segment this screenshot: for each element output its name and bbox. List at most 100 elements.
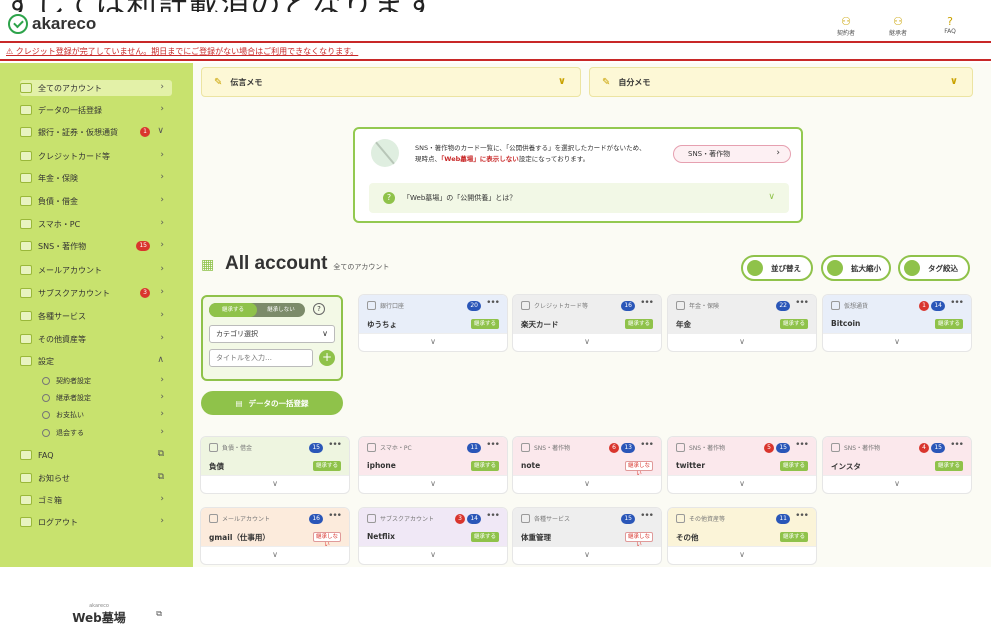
inherit-toggle[interactable]: 継承する 継承しない — [209, 303, 305, 317]
account-card[interactable]: SNS・著作物 6 13 ••• note 継承しない ∨ — [513, 437, 661, 493]
logo[interactable]: akareco — [8, 14, 96, 34]
top-nav-faq[interactable]: ? FAQ — [935, 16, 965, 37]
memo-self[interactable]: ✎ 自分メモ ∨ — [589, 67, 973, 97]
title-input[interactable] — [209, 349, 313, 367]
account-card[interactable]: 各種サービス 15 ••• 体重管理 継承しない ∨ — [513, 508, 661, 564]
sidebar-item[interactable]: スマホ・PC › — [20, 216, 172, 232]
account-card[interactable]: クレジットカード等 16 ••• 楽天カード 継承する ∨ — [513, 295, 661, 351]
category-select[interactable]: カテゴリ選択 ∨ — [209, 325, 335, 343]
card-expand[interactable]: ∨ — [668, 333, 816, 351]
inherit-status-badge[interactable]: 継承しない — [625, 532, 653, 548]
web-graveyard-button[interactable]: akareco Web墓場 ⧉ — [24, 601, 174, 627]
card-expand[interactable]: ∨ — [668, 475, 816, 493]
more-menu-icon[interactable]: ••• — [950, 298, 964, 308]
sidebar-item[interactable]: データの一括登録 › — [20, 102, 172, 118]
inherit-status-badge[interactable]: 継承する — [471, 532, 499, 542]
account-card[interactable]: 負債・借金 15 ••• 負債 継承する ∨ — [201, 437, 349, 493]
top-nav-heir[interactable]: ⚇ 継承者 — [883, 16, 913, 38]
account-card[interactable]: SNS・著作物 5 15 ••• twitter 継承する ∨ — [668, 437, 816, 493]
sidebar-item[interactable]: ログアウト › — [20, 514, 172, 530]
toggle-not-inherit[interactable]: 継承しない — [257, 303, 305, 317]
sort-button[interactable]: 並び替え — [741, 255, 813, 281]
more-menu-icon[interactable]: ••• — [486, 511, 500, 521]
more-menu-icon[interactable]: ••• — [328, 440, 342, 450]
account-card[interactable]: 年金・保険 22 ••• 年金 継承する ∨ — [668, 295, 816, 351]
add-button[interactable]: + — [319, 350, 335, 366]
top-nav-label: 契約者 — [836, 30, 855, 37]
bulk-register-button[interactable]: ▤ データの一括登録 — [201, 391, 343, 415]
card-expand[interactable]: ∨ — [823, 333, 971, 351]
sidebar-item[interactable]: 各種サービス › — [20, 308, 172, 324]
account-card[interactable]: サブスクアカウント 3 14 ••• Netflix 継承する ∨ — [359, 508, 507, 564]
card-expand[interactable]: ∨ — [359, 333, 507, 351]
card-expand[interactable]: ∨ — [823, 475, 971, 493]
public-memorial-faq[interactable]: ? 「Web墓場」の「公開供養」とは？ ∨ — [369, 183, 789, 213]
sidebar-item[interactable]: SNS・著作物 15 › — [20, 238, 172, 254]
inherit-status-badge[interactable]: 継承する — [625, 319, 653, 329]
top-nav-contractor[interactable]: ⚇ 契約者 — [831, 16, 861, 38]
zoom-label: 拡大縮小 — [851, 263, 881, 273]
zoom-button[interactable]: 拡大縮小 — [821, 255, 891, 281]
sidebar-item[interactable]: 契約者設定 › — [42, 373, 172, 389]
card-expand[interactable]: ∨ — [359, 475, 507, 493]
more-menu-icon[interactable]: ••• — [640, 298, 654, 308]
card-expand[interactable]: ∨ — [359, 546, 507, 564]
more-menu-icon[interactable]: ••• — [640, 440, 654, 450]
warning-text[interactable]: ⚠ クレジット登録が完了していません。期日までにご登録がない場合はご利用できなく… — [6, 46, 358, 57]
sidebar-item[interactable]: 銀行・証券・仮想通貨 1 ∨ — [20, 124, 172, 140]
sidebar-item[interactable]: 全てのアカウント › — [20, 80, 172, 96]
chevron-icon: › — [160, 375, 164, 385]
more-menu-icon[interactable]: ••• — [640, 511, 654, 521]
sns-works-button[interactable]: SNS・著作物 › — [673, 145, 791, 163]
account-card[interactable]: SNS・著作物 4 15 ••• インスタ 継承する ∨ — [823, 437, 971, 493]
more-menu-icon[interactable]: ••• — [795, 298, 809, 308]
more-menu-icon[interactable]: ••• — [328, 511, 342, 521]
inherit-status-badge[interactable]: 継承しない — [313, 532, 341, 548]
sidebar-item[interactable]: FAQ ⧉ — [20, 447, 172, 463]
alert-badge: 3 — [455, 514, 465, 524]
chevron-down-icon: ∨ — [739, 337, 745, 346]
account-card[interactable]: 銀行口座 20 ••• ゆうちょ 継承する ∨ — [359, 295, 507, 351]
card-expand[interactable]: ∨ — [668, 546, 816, 564]
account-card[interactable]: メールアカウント 16 ••• gmail（仕事用） 継承しない ∨ — [201, 508, 349, 564]
account-card[interactable]: 仮想通貨 1 14 ••• Bitcoin 継承する ∨ — [823, 295, 971, 351]
inherit-status-badge[interactable]: 継承する — [780, 319, 808, 329]
memo-message[interactable]: ✎ 伝言メモ ∨ — [201, 67, 581, 97]
tag-filter-button[interactable]: タグ絞込 — [898, 255, 970, 281]
sidebar-item[interactable]: お支払い › — [42, 407, 172, 423]
sidebar-item[interactable]: その他資産等 › — [20, 331, 172, 347]
inherit-status-badge[interactable]: 継承する — [935, 319, 963, 329]
inherit-status-badge[interactable]: 継承する — [471, 319, 499, 329]
sidebar-item[interactable]: サブスクアカウント 3 › — [20, 285, 172, 301]
card-expand[interactable]: ∨ — [201, 475, 349, 493]
sidebar-item[interactable]: ゴミ箱 › — [20, 492, 172, 508]
notice-line2-emphasis: 「Web墓場」に表示しない — [441, 155, 519, 163]
toggle-inherit[interactable]: 継承する — [209, 303, 257, 317]
sidebar-item[interactable]: 退会する › — [42, 425, 172, 441]
category-icon — [521, 443, 530, 452]
account-card[interactable]: スマホ・PC 11 ••• iphone 継承する ∨ — [359, 437, 507, 493]
inherit-status-badge[interactable]: 継承する — [471, 461, 499, 471]
sidebar-item-label: FAQ — [38, 450, 54, 460]
account-card[interactable]: その他資産等 11 ••• その他 継承する ∨ — [668, 508, 816, 564]
sidebar-item[interactable]: 負債・借金 › — [20, 193, 172, 209]
more-menu-icon[interactable]: ••• — [795, 511, 809, 521]
inherit-status-badge[interactable]: 継承する — [313, 461, 341, 471]
inherit-status-badge[interactable]: 継承しない — [625, 461, 653, 477]
card-expand[interactable]: ∨ — [513, 333, 661, 351]
sidebar-item[interactable]: 設定 ∧ — [20, 353, 172, 369]
more-menu-icon[interactable]: ••• — [950, 440, 964, 450]
credit-warning-banner[interactable]: ⚠ クレジット登録が完了していません。期日までにご登録がない場合はご利用できなく… — [0, 41, 991, 61]
more-menu-icon[interactable]: ••• — [486, 440, 500, 450]
more-menu-icon[interactable]: ••• — [486, 298, 500, 308]
sidebar-item[interactable]: 継承者設定 › — [42, 390, 172, 406]
inherit-status-badge[interactable]: 継承する — [935, 461, 963, 471]
more-menu-icon[interactable]: ••• — [795, 440, 809, 450]
sidebar-item[interactable]: お知らせ ⧉ — [20, 470, 172, 486]
help-icon[interactable]: ? — [313, 303, 325, 315]
sidebar-item[interactable]: クレジットカード等 › — [20, 148, 172, 164]
sidebar-item[interactable]: 年金・保険 › — [20, 170, 172, 186]
sidebar-item[interactable]: メールアカウント › — [20, 262, 172, 278]
inherit-status-badge[interactable]: 継承する — [780, 461, 808, 471]
inherit-status-badge[interactable]: 継承する — [780, 532, 808, 542]
